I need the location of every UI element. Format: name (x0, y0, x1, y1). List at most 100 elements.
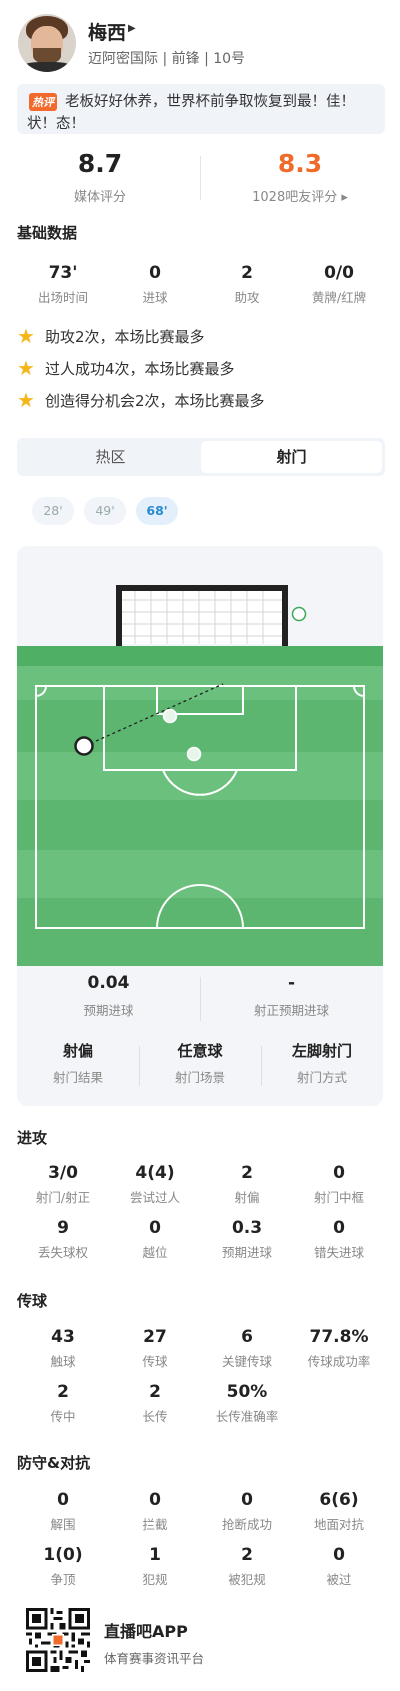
defense-section-title: 防守&对抗 (17, 1454, 91, 1472)
stat-item: 0 进球 (109, 262, 201, 306)
shot-body-part-value: 左脚射门 (291, 1042, 352, 1060)
stat-value: 73' (48, 263, 78, 283)
stat-value: 43 (51, 1327, 75, 1347)
highlight-text: 创造得分机会2次，本场比赛最多 (45, 392, 265, 410)
stat-value: 1 (149, 1545, 161, 1565)
stat-item: 1(0) 争顶 (17, 1544, 109, 1588)
stat-item: 0/0 黄牌/红牌 (293, 262, 385, 306)
shot-body-part: 左脚射门 射门方式 (261, 1040, 383, 1086)
shot-map-card: 0.04 预期进球 - 射正预期进球 射偏 射门结果 任意球 射门场景 左脚射门… (17, 546, 383, 1106)
stat-value: 2 (241, 263, 253, 283)
stat-label: 关键传球 (221, 1354, 272, 1369)
shot-detail-row: 射偏 射门结果 任意球 射门场景 左脚射门 射门方式 (17, 1040, 383, 1090)
stat-label: 错失进球 (313, 1245, 364, 1260)
stat-item: 50% 长传准确率 (201, 1381, 293, 1425)
stat-item: 2 传中 (17, 1381, 109, 1425)
shot-origin (162, 708, 178, 724)
stat-item: 27 传球 (109, 1326, 201, 1370)
view-tabs: 热区 射门 (17, 438, 385, 476)
minute-chip[interactable]: 49' (84, 497, 126, 525)
xg-value: 0.04 (87, 973, 130, 993)
xgot-value: - (287, 973, 296, 993)
highlight-item: ★ 助攻2次，本场比赛最多 (17, 324, 385, 348)
fans-rating-label: 1028吧友评分 ▸ (252, 190, 348, 205)
stat-label: 传球成功率 (307, 1354, 371, 1369)
basic-section-title: 基础数据 (17, 224, 78, 242)
stat-label: 出场时间 (37, 290, 88, 305)
stat-value: 1(0) (43, 1545, 83, 1565)
stat-item: 0.3 预期进球 (201, 1217, 293, 1261)
star-icon: ★ (17, 388, 35, 412)
stat-item: 2 射偏 (201, 1162, 293, 1206)
stat-label: 长传 (142, 1409, 168, 1424)
stat-item: 2 助攻 (201, 262, 293, 306)
stat-item: 0 射门中框 (293, 1162, 385, 1206)
hot-comment[interactable]: 老板好好休养，世界杯前争取恢复到最！佳！状！态！ 热评 (17, 84, 385, 134)
player-meta: 迈阿密国际 | 前锋 | 10号 (88, 51, 246, 67)
shot-result-value: 射偏 (62, 1042, 93, 1060)
stat-value: 0 (241, 1490, 253, 1510)
stat-label: 拦截 (142, 1517, 168, 1532)
stat-item: 0 被过 (293, 1544, 385, 1588)
tab-shots[interactable]: 射门 (201, 441, 382, 473)
stat-label: 传中 (50, 1409, 76, 1424)
stat-label: 争顶 (50, 1572, 76, 1587)
highlight-text: 过人成功4次，本场比赛最多 (45, 360, 235, 378)
xg-row: 0.04 预期进球 - 射正预期进球 (17, 971, 383, 1031)
xg-label: 预期进球 (83, 1003, 134, 1018)
stat-label: 传球 (142, 1354, 168, 1369)
tab-heatmap[interactable]: 热区 (20, 441, 201, 473)
stat-item: 0 拦截 (109, 1489, 201, 1533)
stat-label: 丢失球权 (37, 1245, 88, 1260)
media-rating: 8.7 媒体评分 (0, 148, 200, 205)
stat-value: 0 (149, 1490, 161, 1510)
stat-label: 被过 (326, 1572, 352, 1587)
stat-value: 4(4) (135, 1163, 175, 1183)
stat-value: 0 (333, 1163, 345, 1183)
stat-label: 地面对抗 (313, 1517, 364, 1532)
passing-section-title: 传球 (17, 1292, 48, 1310)
minute-chip[interactable]: 28' (32, 497, 74, 525)
stat-item: 9 丢失球权 (17, 1217, 109, 1261)
player-avatar[interactable] (18, 14, 76, 72)
stat-label: 被犯规 (228, 1572, 266, 1587)
shot-endpoint (291, 606, 307, 622)
caret-right-icon[interactable]: ▶ (128, 23, 136, 34)
stat-value: 2 (149, 1382, 161, 1402)
stat-value: 6 (241, 1327, 253, 1347)
minute-chip-selected[interactable]: 68' (136, 497, 178, 525)
media-rating-label: 媒体评分 (73, 190, 126, 205)
fans-rating[interactable]: 8.3 1028吧友评分 ▸ (200, 148, 400, 205)
shot-result-label: 射门结果 (52, 1070, 103, 1085)
stat-value: 0 (149, 263, 161, 283)
stat-value: 0.3 (231, 1218, 263, 1238)
stat-item: 2 长传 (109, 1381, 201, 1425)
highlight-text: 助攻2次，本场比赛最多 (45, 328, 205, 346)
media-rating-value: 8.7 (77, 149, 123, 178)
stat-label: 越位 (142, 1245, 168, 1260)
shot-situation-label: 射门场景 (174, 1070, 225, 1085)
shot-situation-value: 任意球 (177, 1042, 223, 1060)
stat-label: 黄牌/红牌 (311, 290, 367, 305)
xgot-label: 射正预期进球 (253, 1003, 329, 1018)
shot-map (17, 585, 383, 966)
stat-item: 3/0 射门/射正 (17, 1162, 109, 1206)
star-icon: ★ (17, 324, 35, 348)
stat-label: 进球 (142, 290, 168, 305)
stat-item: 77.8% 传球成功率 (293, 1326, 385, 1370)
player-name[interactable]: 梅西 (88, 18, 126, 45)
stat-label: 解围 (50, 1517, 76, 1532)
app-description: 体育赛事资讯平台 (104, 1651, 205, 1666)
highlight-item: ★ 创造得分机会2次，本场比赛最多 (17, 388, 385, 412)
stat-item: 6 关键传球 (201, 1326, 293, 1370)
shot-body-part-label: 射门方式 (296, 1070, 347, 1085)
player-header: 梅西 ▶ 迈阿密国际 | 前锋 | 10号 (0, 0, 400, 92)
app-footer: 直播吧APP 体育赛事资讯平台 (0, 1600, 400, 1691)
stat-value: 0 (57, 1490, 69, 1510)
stat-value: 6(6) (319, 1490, 359, 1510)
stat-label: 射门中框 (313, 1190, 364, 1205)
shot-origin-selected (74, 736, 94, 756)
xgot-stat: - 射正预期进球 (200, 971, 383, 1019)
app-name: 直播吧APP (104, 1622, 188, 1641)
stat-label: 抢断成功 (221, 1517, 272, 1532)
